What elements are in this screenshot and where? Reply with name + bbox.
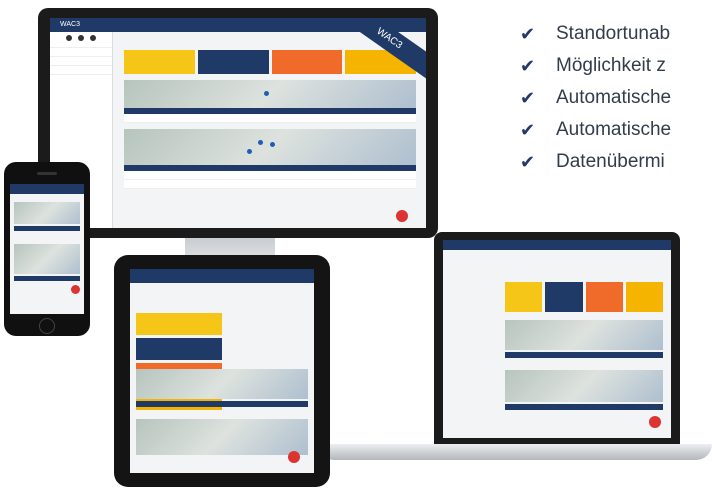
map-pin-icon[interactable] — [246, 148, 252, 154]
desktop-monitor: WAC3 WAC3 — [38, 8, 438, 238]
add-button[interactable] — [288, 451, 300, 463]
speaker — [37, 172, 57, 175]
gear-icon[interactable] — [78, 35, 84, 41]
feature-item: ✔ Möglichkeit z — [520, 50, 712, 82]
add-button[interactable] — [71, 285, 80, 294]
table-header — [136, 401, 308, 407]
status-tile[interactable] — [271, 50, 343, 74]
app-title: WAC3 — [60, 21, 80, 28]
map-view[interactable] — [14, 244, 80, 274]
add-button[interactable] — [396, 210, 408, 222]
laptop — [434, 232, 680, 444]
table-row[interactable] — [124, 114, 416, 123]
table-row[interactable] — [124, 171, 416, 180]
add-button[interactable] — [649, 416, 661, 428]
map-view[interactable] — [136, 419, 308, 455]
table-row[interactable] — [124, 180, 416, 189]
laptop-base — [318, 444, 712, 460]
map-view[interactable] — [505, 320, 663, 350]
map-view[interactable] — [136, 369, 308, 399]
tablet — [114, 255, 330, 487]
app-topbar — [443, 240, 671, 250]
app-topbar — [10, 184, 84, 194]
sidebar-item[interactable] — [50, 65, 112, 74]
sidebar — [449, 266, 451, 386]
check-icon: ✔ — [520, 119, 536, 141]
feature-text: Datenübermi — [556, 151, 665, 172]
phone-screen — [10, 184, 84, 314]
sidebar-item[interactable] — [50, 47, 112, 56]
status-tile[interactable] — [136, 313, 222, 335]
feature-list: ✔ Standortunab ✔ Möglichkeit z ✔ Automat… — [520, 18, 712, 178]
map-pin-icon[interactable] — [258, 139, 264, 145]
tablet-screen — [130, 269, 314, 473]
table-header — [505, 404, 663, 410]
settings-icon[interactable] — [66, 35, 72, 41]
feature-text: Möglichkeit z — [556, 55, 666, 76]
feature-text: Standortunab — [556, 23, 671, 44]
map-view[interactable] — [505, 370, 663, 402]
table-header — [505, 352, 663, 358]
status-tiles — [505, 282, 663, 312]
feature-item: ✔ Datenübermi — [520, 146, 712, 178]
logout-icon[interactable] — [90, 35, 96, 41]
check-icon: ✔ — [520, 151, 536, 173]
table-header — [14, 226, 80, 231]
status-tile[interactable] — [197, 50, 269, 74]
map-pin-icon[interactable] — [264, 91, 270, 97]
map-view[interactable] — [124, 80, 416, 108]
status-tiles — [124, 50, 416, 74]
status-tile[interactable] — [124, 50, 195, 74]
feature-item: ✔ Automatische — [520, 114, 712, 146]
status-tile[interactable] — [585, 282, 623, 312]
feature-text: Automatische — [556, 119, 672, 140]
sidebar-item[interactable] — [50, 74, 112, 83]
main-content — [124, 40, 416, 228]
map-view[interactable] — [14, 202, 80, 224]
sidebar-item[interactable] — [50, 56, 112, 65]
check-icon: ✔ — [520, 87, 536, 109]
check-icon: ✔ — [520, 23, 536, 45]
check-icon: ✔ — [520, 55, 536, 77]
map-view[interactable] — [124, 129, 416, 165]
feature-item: ✔ Standortunab — [520, 18, 712, 50]
map-pin-icon[interactable] — [270, 141, 275, 147]
status-tile[interactable] — [505, 282, 543, 312]
app-topbar — [130, 269, 314, 283]
status-tile[interactable] — [545, 282, 583, 312]
home-button[interactable] — [39, 318, 55, 334]
monitor-screen: WAC3 WAC3 — [50, 18, 426, 228]
feature-text: Automatische — [556, 87, 672, 108]
status-tile[interactable] — [136, 338, 222, 360]
table-header — [14, 276, 80, 281]
feature-item: ✔ Automatische — [520, 82, 712, 114]
status-tile[interactable] — [625, 282, 663, 312]
phone — [4, 162, 90, 336]
sidebar-icons — [50, 35, 112, 41]
laptop-screen — [443, 240, 671, 438]
